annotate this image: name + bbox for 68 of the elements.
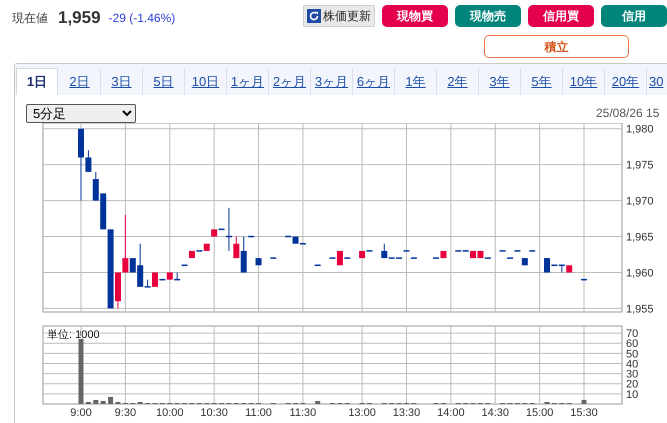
candlestick [529,250,536,252]
trade-button[interactable]: 現物買 [382,5,448,27]
period-tab[interactable]: 10日 [184,68,226,95]
axis-label: 13:30 [392,407,420,418]
volume-bar [115,402,120,404]
candlestick [314,264,321,266]
period-tab[interactable]: 1年 [394,68,436,95]
price-label: 現在値 [12,10,48,27]
period-tab[interactable]: 5日 [142,68,184,95]
chart-date: 25/08/26 15 [596,105,660,122]
period-tab[interactable]: 3日 [100,68,142,95]
axis-label: 9:30 [114,407,136,418]
axis-label: 50 [626,348,638,360]
period-tab[interactable]: 1日 [16,68,58,95]
axis-label: 9:00 [70,407,92,418]
period-tab[interactable]: 2年 [436,68,478,95]
trade-button[interactable]: 現物売 [455,5,521,27]
trade-button[interactable]: 信用買 [528,5,594,27]
axis-label: 20 [626,378,638,391]
axis-label: 14:30 [481,407,509,418]
period-tab[interactable]: 20年 [604,68,646,95]
period-tab[interactable]: 2ヶ月 [268,68,310,95]
volume-bar [582,400,586,404]
axis-label: 13:00 [348,407,376,418]
axis-label: 1,975 [626,160,654,172]
candlestick [182,264,188,266]
axis-label: 14:00 [437,407,465,418]
volume-bar [544,402,550,404]
axis-label: 1,955 [626,303,654,316]
axis-label: 60 [626,338,638,350]
current-price: 1,959 [58,7,101,29]
period-tab[interactable]: 5年 [520,68,562,95]
period-tab[interactable]: 6ヶ月 [352,68,394,95]
axis-label: 10:00 [156,407,184,418]
savings-button[interactable]: 積立 [484,35,629,58]
axis-label: 11:30 [290,407,316,418]
axis-label: 40 [626,358,638,370]
axis-label: 70 [626,328,638,340]
axis-label: 1,970 [626,196,654,208]
axis-label: 1,965 [626,232,654,244]
axis-label: 1,980 [626,124,654,136]
axis-label: 10:30 [200,407,228,418]
volume-bar [108,396,114,404]
candlestick [256,258,262,266]
period-tab[interactable]: 10年 [562,68,604,95]
axis-label: 1,960 [626,267,654,280]
axis-label: 10 [626,388,638,401]
period-tab[interactable]: 2日 [58,68,100,95]
refresh-icon [307,9,321,23]
volume-bar [315,400,320,404]
refresh-button[interactable]: 株価更新 [303,5,375,27]
price-change: -29 (-1.46%) [108,10,176,27]
axis-label: 15:30 [570,407,598,418]
period-tab[interactable]: 3年 [478,68,520,95]
period-tab[interactable]: 3ヶ月 [310,68,352,95]
volume-bar [100,400,106,404]
interval-select[interactable]: 5分足 [26,104,136,123]
volume-bar [138,402,143,404]
period-tab[interactable]: 1ヶ月 [226,68,268,95]
axis-label: 11:00 [245,407,272,418]
volume-bar [86,402,91,404]
axis-label: 15:00 [526,407,554,418]
trade-button[interactable]: 信用 [601,5,667,27]
period-tab[interactable]: 30 [646,68,664,95]
volume-bar [93,400,98,404]
candlestick [270,257,276,259]
candlestick [581,278,587,280]
axis-label: 30 [626,368,638,381]
